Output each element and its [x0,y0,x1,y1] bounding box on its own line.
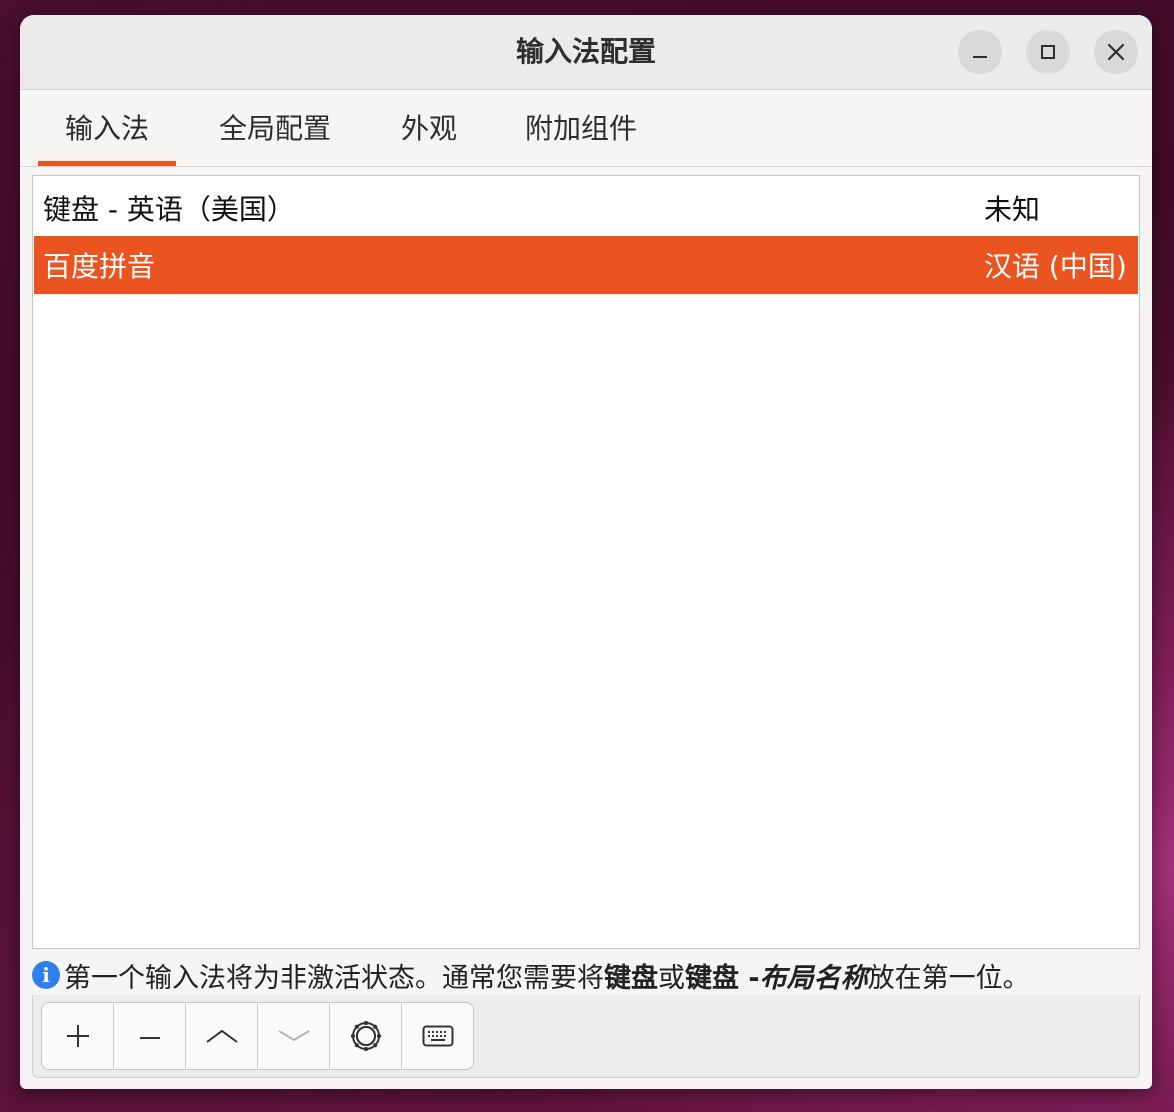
close-button[interactable] [1094,30,1138,74]
list-item[interactable]: 键盘 - 英语（美国） 未知 [34,179,1138,237]
close-icon [1107,43,1125,61]
list-item-selected[interactable]: 百度拼音 汉语 (中国) [34,236,1138,294]
input-method-list[interactable]: 键盘 - 英语（美国） 未知 百度拼音 汉语 (中国) [32,175,1140,949]
keyboard-layout-button[interactable] [402,1003,473,1069]
keyboard-icon [422,1025,453,1047]
chevron-up-icon [205,1029,238,1043]
info-text-3: 放在第一位。 [867,962,1030,994]
info-italic-layout-name: 布局名称 [759,962,868,994]
info-bold-keyboard: 键盘 [604,962,658,994]
gear-icon [350,1021,381,1051]
info-text-1: 第一个输入法将为非激活状态。通常您需要将 [64,962,604,994]
input-method-config-window: 输入法配置 输入法 全局配置 外观 附加组件 键盘 - 英语（美国） 未知 百度… [20,15,1152,1089]
remove-icon [139,1037,160,1039]
info-icon: i [32,961,60,989]
add-icon [66,1025,89,1047]
remove-button[interactable] [114,1003,186,1069]
tab-input-method[interactable]: 输入法 [38,90,176,166]
list-toolbar [41,1002,474,1070]
toolbar-area [32,995,1140,1078]
tab-bar: 输入法 全局配置 外观 附加组件 [20,90,1152,167]
input-method-language: 未知 [984,193,1041,226]
info-text-2: 或 [658,962,685,994]
minimize-icon [973,56,987,58]
info-bold-keyboard-layout: 键盘 - [685,962,760,994]
move-down-button[interactable] [258,1003,330,1069]
maximize-button[interactable] [1026,30,1070,74]
move-up-button[interactable] [186,1003,258,1069]
tab-global-config[interactable]: 全局配置 [200,90,350,164]
input-method-language: 汉语 (中国) [984,250,1127,283]
info-message: i 第一个输入法将为非激活状态。通常您需要将 键盘或键盘 - 布局名称 放在第一位。 [32,955,1030,995]
minimize-button[interactable] [958,30,1002,74]
tab-appearance[interactable]: 外观 [384,90,474,164]
titlebar[interactable]: 输入法配置 [20,15,1152,90]
tab-addons[interactable]: 附加组件 [506,90,656,164]
input-method-name: 键盘 - 英语（美国） [43,193,295,226]
input-method-name: 百度拼音 [43,250,156,283]
chevron-down-icon [277,1030,310,1042]
configure-button[interactable] [330,1003,402,1069]
add-button[interactable] [42,1003,114,1069]
maximize-icon [1041,45,1055,59]
